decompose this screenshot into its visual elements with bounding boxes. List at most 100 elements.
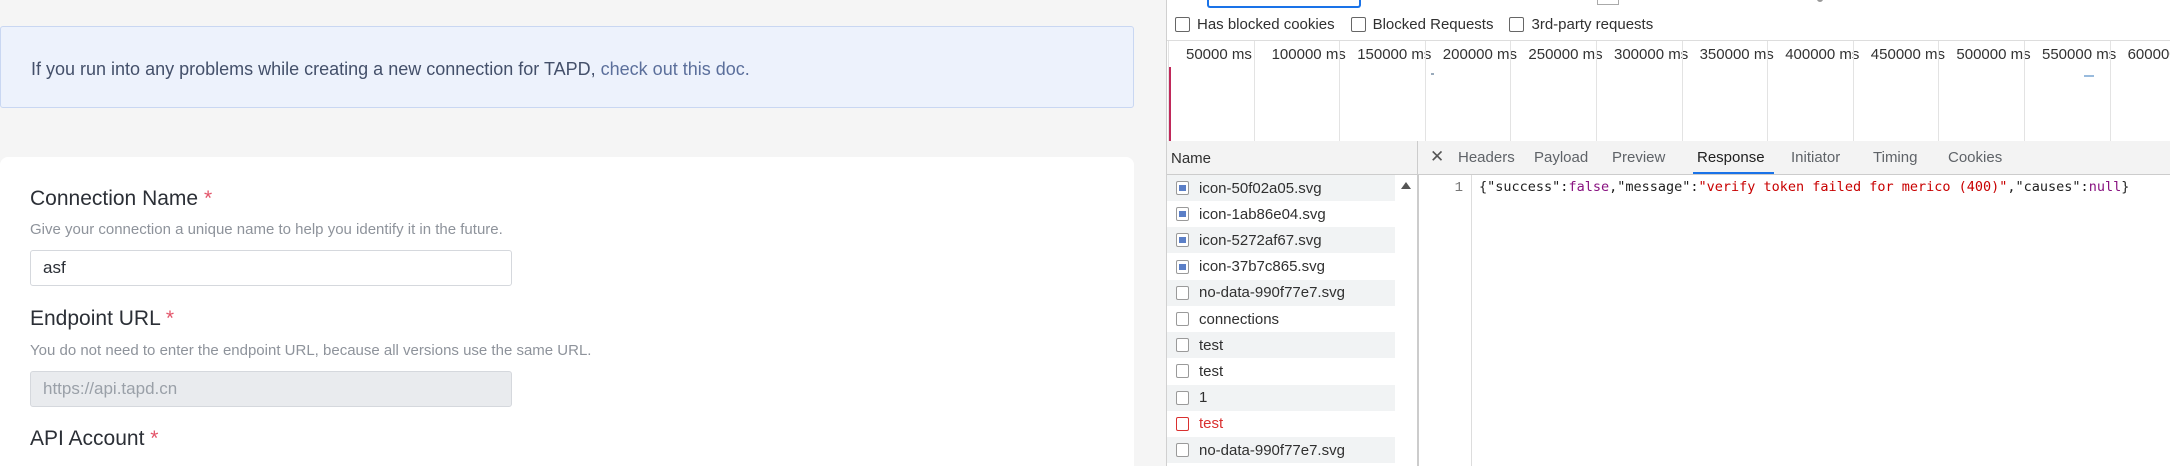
checkbox-box[interactable]	[1350, 16, 1366, 32]
json-colon: :	[2080, 179, 2089, 195]
response-viewer[interactable]: 1 {"success":false,"message":"verify tok…	[1418, 175, 2170, 466]
timeline-tick-label: 350000 ms	[1699, 46, 1774, 63]
tab-response[interactable]: Response	[1697, 149, 1765, 166]
endpoint-url-label-text: Endpoint URL	[30, 307, 160, 330]
endpoint-url-label: Endpoint URL *	[30, 307, 174, 331]
blocked-requests-checkbox[interactable]: Blocked Requests	[1350, 15, 1494, 33]
connection-name-label: Connection Name *	[30, 187, 212, 211]
request-name: icon-5272af67.svg	[1199, 231, 1322, 249]
tab-payload[interactable]: Payload	[1534, 149, 1588, 166]
third-party-requests-checkbox[interactable]: 3rd-party requests	[1509, 16, 1653, 33]
timeline-tick-label: 100000 ms	[1271, 46, 1346, 63]
fetch-request-icon	[1176, 364, 1189, 379]
request-name: test	[1199, 415, 1224, 433]
notice-text: If you run into any problems while creat…	[31, 59, 750, 80]
request-name: no-data-990f77e7.svg	[1199, 284, 1345, 302]
fetch-request-icon	[1176, 416, 1189, 431]
request-row[interactable]: no-data-990f77e7.svg	[1167, 437, 1395, 463]
help-notice: If you run into any problems while creat…	[0, 26, 1134, 108]
line-number: 1	[1454, 180, 1463, 196]
timeline-gridline	[1253, 41, 1255, 141]
request-row[interactable]: 1	[1167, 384, 1395, 411]
json-key: "message"	[1617, 179, 1691, 195]
has-blocked-cookies-checkbox[interactable]: Has blocked cookies	[1175, 16, 1335, 33]
timeline-tick-label: 600000 ms	[2127, 46, 2170, 63]
network-overview-timeline[interactable]: 50000 ms 100000 ms 150000 ms 200000 ms 25000…	[1167, 40, 2170, 142]
timeline-gridline	[1681, 41, 1683, 141]
tab-cookies[interactable]: Cookies	[1948, 149, 2002, 166]
form-card: Connection Name * Give your connection a…	[0, 157, 1134, 466]
tab-timing[interactable]: Timing	[1873, 149, 1917, 166]
request-row[interactable]: test	[1167, 410, 1395, 437]
response-body[interactable]: {"success":false,"message":"verify token…	[1479, 179, 2129, 195]
timeline-tick-label: 200000 ms	[1442, 46, 1518, 63]
request-row[interactable]: test	[1167, 332, 1395, 359]
connection-name-input[interactable]: asf	[30, 250, 512, 286]
request-name: test	[1199, 336, 1224, 354]
request-row[interactable]: no-data-990f77e7.svg	[1167, 279, 1395, 306]
timeline-gridline	[1510, 41, 1512, 141]
endpoint-url-input: https://api.tapd.cn	[30, 371, 512, 407]
doc-link[interactable]: check out this doc.	[601, 59, 750, 79]
api-account-label-text: API Account	[30, 427, 145, 450]
json-key: "success"	[1487, 179, 1561, 195]
notice-message: If you run into any problems while creat…	[31, 59, 596, 79]
tab-preview[interactable]: Preview	[1612, 149, 1665, 166]
request-name: connections	[1199, 310, 1280, 328]
json-value: false	[1568, 179, 1610, 195]
close-icon[interactable]: ✕	[1430, 147, 1444, 167]
filter-input-fragment[interactable]	[1207, 0, 1361, 8]
tab-initiator[interactable]: Initiator	[1791, 149, 1840, 166]
timeline-gridline	[1852, 41, 1854, 141]
timeline-gridline	[2109, 41, 2111, 141]
tab-headers[interactable]: Headers	[1458, 149, 1515, 166]
json-colon: :	[1690, 179, 1699, 195]
timeline-gridline	[1938, 41, 1940, 141]
request-name: 1	[1199, 389, 1208, 407]
request-row[interactable]: connections	[1167, 306, 1395, 332]
request-row[interactable]: icon-50f02a05.svg	[1167, 175, 1395, 201]
timeline-tick-label: 450000 ms	[1870, 46, 1946, 63]
timeline-tick-label: 250000 ms	[1528, 46, 1603, 63]
detail-tab-bar: ✕ Headers Payload Preview Response Initi…	[1418, 141, 2170, 175]
connection-name-description: Give your connection a unique name to he…	[30, 221, 503, 238]
request-row[interactable]: test	[1167, 358, 1395, 385]
json-brace: {	[1479, 179, 1488, 195]
timeline-gridline	[1168, 41, 1169, 141]
connection-form-panel: If you run into any problems while creat…	[0, 0, 1166, 466]
timeline-gridline	[2024, 41, 2025, 141]
image-file-icon	[1176, 259, 1189, 274]
name-column-header[interactable]: Name	[1167, 141, 1418, 175]
request-row[interactable]: icon-5272af67.svg	[1167, 227, 1395, 254]
timeline-gridline	[1767, 41, 1769, 141]
request-name: icon-50f02a05.svg	[1199, 179, 1322, 197]
checkbox-box[interactable]	[1509, 16, 1525, 32]
document-file-icon	[1176, 285, 1189, 300]
request-row[interactable]: icon-1ab86e04.svg	[1167, 201, 1395, 228]
filter-checkboxes: Has blocked cookies Blocked Requests 3rd…	[1175, 13, 1669, 35]
line-number-gutter: 1	[1419, 175, 1472, 466]
request-list[interactable]: icon-50f02a05.svg icon-1ab86e04.svg icon-5…	[1167, 175, 1418, 466]
checkbox-label: Blocked Requests	[1372, 15, 1494, 33]
request-bar	[1431, 73, 1434, 75]
name-header-label: Name	[1171, 150, 1212, 167]
request-row[interactable]: icon-37b7c865.svg	[1167, 253, 1395, 280]
scroll-up-arrow-icon[interactable]	[1401, 182, 1411, 189]
timeline-gridline	[1339, 41, 1341, 141]
api-account-label: API Account *	[30, 427, 158, 451]
checkbox-box[interactable]	[1175, 16, 1190, 32]
fetch-request-icon	[1176, 390, 1189, 405]
json-key: "causes"	[2015, 179, 2081, 195]
json-value: null	[2088, 179, 2122, 195]
json-brace: }	[2121, 179, 2130, 195]
required-mark: *	[203, 187, 213, 210]
connection-name-label-text: Connection Name	[30, 187, 199, 210]
json-value: "verify token failed for merico (400)"	[1698, 179, 2008, 195]
devtools-network-panel: Has blocked cookies Blocked Requests 3rd…	[1167, 0, 2170, 466]
request-name: test	[1199, 362, 1224, 380]
fetch-request-icon	[1176, 312, 1189, 326]
timeline-tick-label: 550000 ms	[2042, 46, 2117, 63]
timeline-tick-label: 300000 ms	[1614, 46, 1689, 63]
json-comma: ,	[1609, 179, 1618, 195]
request-name: no-data-990f77e7.svg	[1199, 441, 1345, 459]
